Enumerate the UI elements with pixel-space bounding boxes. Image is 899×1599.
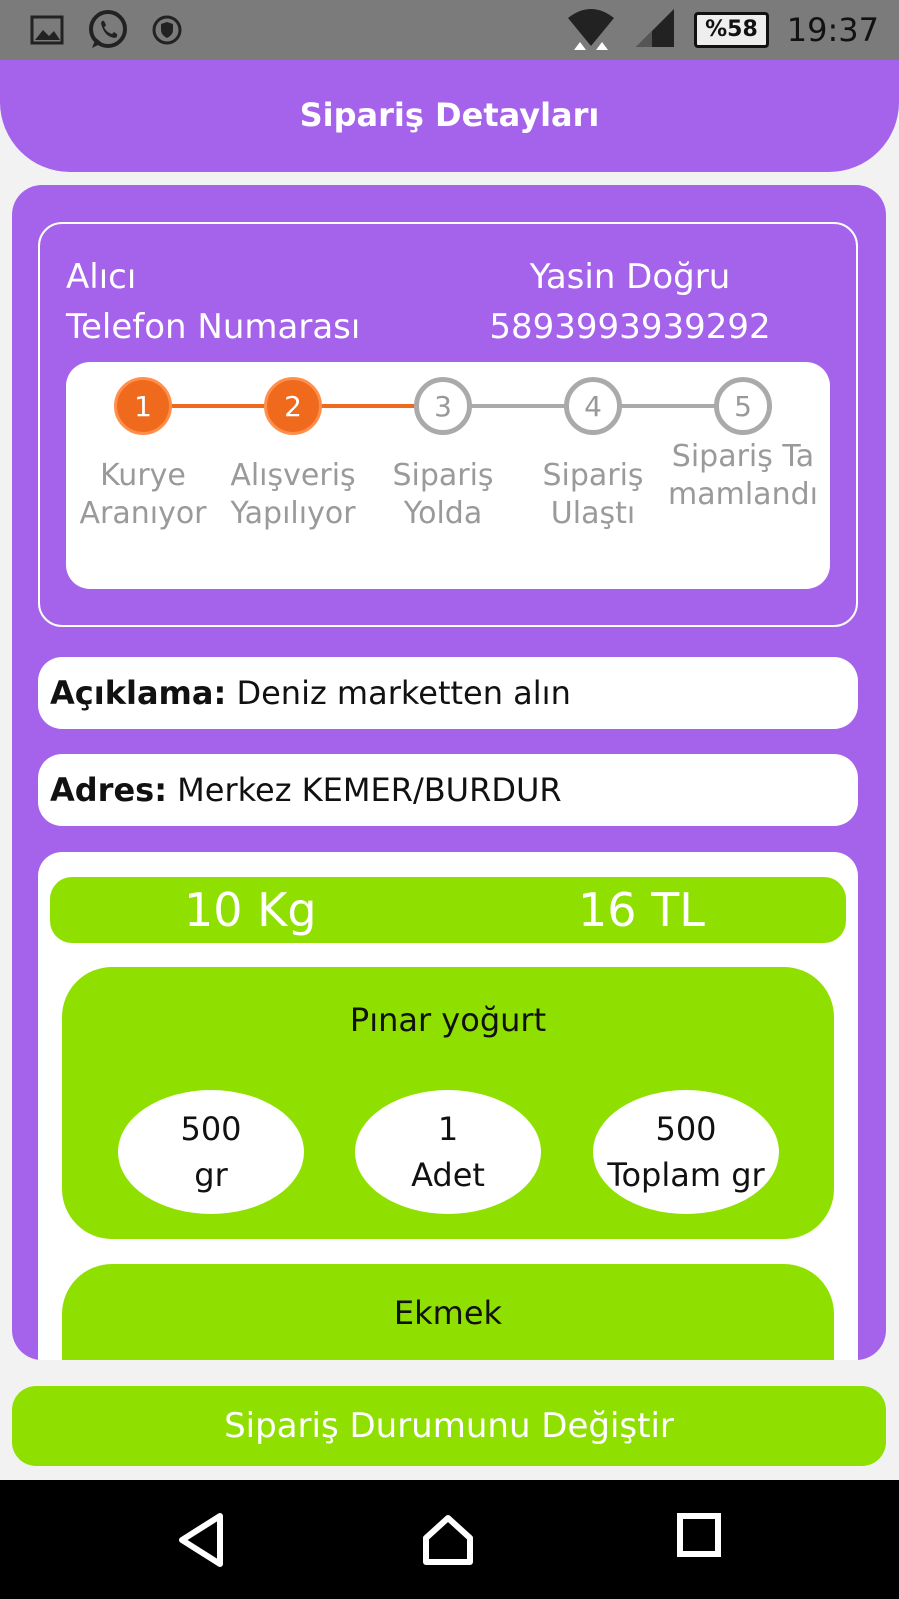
home-icon[interactable] bbox=[420, 1512, 476, 1572]
image-icon bbox=[30, 15, 64, 49]
product-name: Ekmek bbox=[393, 1294, 503, 1332]
signal-icon bbox=[634, 7, 676, 53]
back-icon[interactable] bbox=[176, 1512, 226, 1572]
note-label: Açıklama: bbox=[50, 674, 227, 712]
recipient-name: Yasin Doğru bbox=[529, 257, 731, 297]
step-2-circle: 2 bbox=[264, 377, 322, 435]
product-card[interactable]: Ekmek bbox=[62, 1264, 834, 1360]
total-label: Toplam gr bbox=[607, 1156, 765, 1194]
unit-amount-bubble: 500 gr bbox=[118, 1090, 304, 1214]
total-price: 16 TL bbox=[578, 883, 705, 937]
count-bubble: 1 Adet bbox=[355, 1090, 541, 1214]
count-label: Adet bbox=[411, 1156, 485, 1194]
header: Sipariş Detayları bbox=[0, 60, 899, 172]
unit-amount-value: 500 bbox=[180, 1110, 242, 1148]
address-field: Adres: Merkez KEMER/BURDUR bbox=[38, 754, 858, 826]
wifi-icon bbox=[566, 6, 616, 54]
step-1-label: Kurye Aranıyor bbox=[79, 458, 207, 531]
system-nav-bar bbox=[0, 1480, 899, 1599]
count-value: 1 bbox=[437, 1110, 459, 1148]
step-1-circle: 1 bbox=[114, 377, 172, 435]
order-card: Alıcı Yasin Doğru Telefon Numarası 58939… bbox=[12, 185, 886, 1360]
order-summary-bar: 10 Kg 16 TL bbox=[50, 877, 846, 943]
product-name: Pınar yoğurt bbox=[349, 1001, 547, 1039]
shield-icon bbox=[152, 15, 182, 49]
page-title: Sipariş Detayları bbox=[299, 96, 600, 134]
clock: 19:37 bbox=[786, 11, 879, 49]
whatsapp-icon bbox=[86, 8, 130, 56]
step-3-label: Sipariş Yolda bbox=[392, 458, 494, 531]
product-card[interactable]: Pınar yoğurt 500 gr 1 Adet 500 Toplam gr bbox=[62, 967, 834, 1239]
recipient-label: Alıcı bbox=[66, 257, 137, 297]
phone-value: 5893993939292 bbox=[489, 307, 771, 347]
step-5-label: Sipariş Tamamlandı bbox=[668, 439, 818, 512]
unit-label: gr bbox=[194, 1156, 228, 1194]
step-4-label: Sipariş Ulaştı bbox=[542, 458, 644, 531]
step-2-label: Alışveriş Yapılıyor bbox=[230, 458, 356, 531]
battery-icon: %58 bbox=[694, 12, 769, 48]
step-5-circle: 5 bbox=[714, 377, 772, 435]
change-order-status-button[interactable]: Sipariş Durumunu Değiştir bbox=[12, 1386, 886, 1466]
address-label: Adres: bbox=[50, 771, 167, 809]
phone-label: Telefon Numarası bbox=[66, 307, 361, 347]
note-value: Deniz marketten alın bbox=[236, 674, 571, 712]
address-value: Merkez KEMER/BURDUR bbox=[177, 771, 562, 809]
recipient-box: Alıcı Yasin Doğru Telefon Numarası 58939… bbox=[38, 222, 858, 627]
status-bar: %58 19:37 bbox=[0, 0, 899, 60]
step-3-circle: 3 bbox=[414, 377, 472, 435]
total-bubble: 500 Toplam gr bbox=[593, 1090, 779, 1214]
total-weight: 10 Kg bbox=[184, 883, 317, 937]
step-4-circle: 4 bbox=[564, 377, 622, 435]
note-field: Açıklama: Deniz marketten alın bbox=[38, 657, 858, 729]
order-progress-stepper: 1 2 3 4 5 Kurye Aranıyor Alışveriş Yapıl… bbox=[66, 362, 830, 589]
product-list: 10 Kg 16 TL Pınar yoğurt 500 gr 1 Adet 5… bbox=[38, 852, 858, 1360]
total-value: 500 bbox=[655, 1110, 717, 1148]
recents-icon[interactable] bbox=[676, 1512, 722, 1562]
